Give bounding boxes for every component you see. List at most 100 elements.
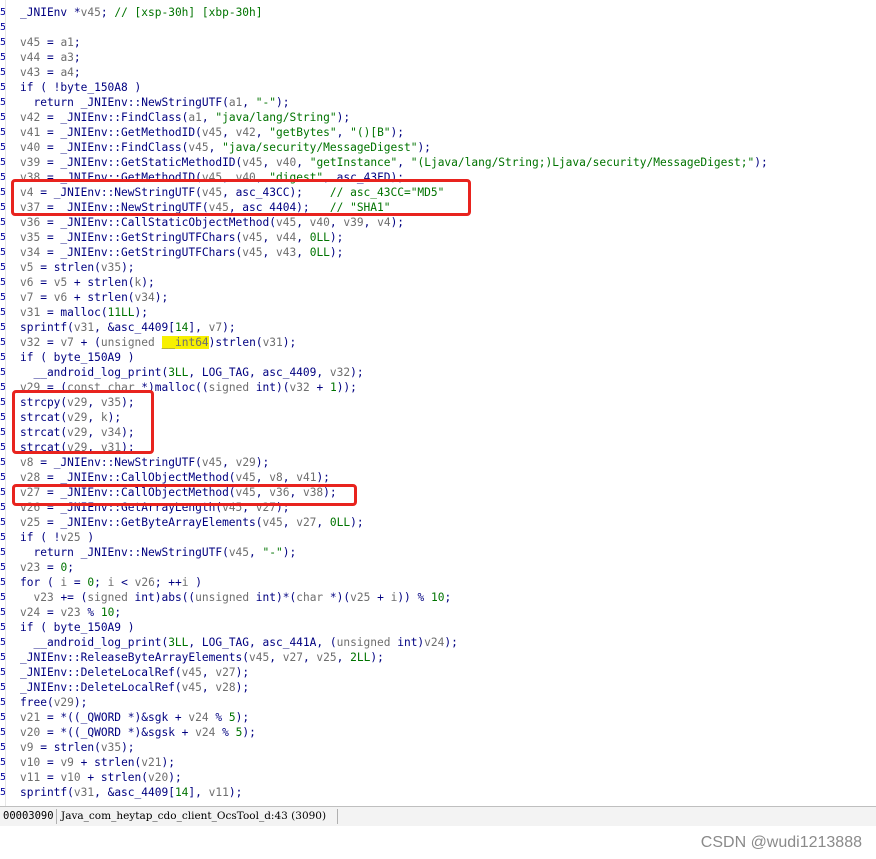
line-number: 5	[0, 292, 5, 303]
code-line[interactable]: 5 v8 = _JNIEnv::NewStringUTF(v45, v29);	[0, 455, 876, 470]
line-number: 5	[0, 442, 5, 453]
code-text: if ( !byte_150A8 )	[20, 81, 142, 94]
code-text: for ( i = 0; i < v26; ++i )	[20, 576, 202, 589]
line-number: 5	[0, 322, 5, 333]
code-line[interactable]: 5 v35 = _JNIEnv::GetStringUTFChars(v45, v…	[0, 230, 876, 245]
line-number: 5	[0, 457, 5, 468]
code-line[interactable]: 5 v5 = strlen(v35);	[0, 260, 876, 275]
line-number: 5	[0, 412, 5, 423]
line-number: 5	[0, 352, 5, 363]
code-line[interactable]: 5 _JNIEnv::DeleteLocalRef(v45, v27);	[0, 665, 876, 680]
code-line[interactable]: 5 sprintf(v31, &asc_4409[14], v11);	[0, 785, 876, 800]
code-text: v6 = v5 + strlen(k);	[20, 276, 155, 289]
code-text: v40 = _JNIEnv::FindClass(v45, "java/secu…	[20, 141, 431, 154]
code-text: v28 = _JNIEnv::CallObjectMethod(v45, v8,…	[20, 471, 330, 484]
code-line[interactable]: 5 _JNIEnv::ReleaseByteArrayElements(v45, …	[0, 650, 876, 665]
line-number: 5	[0, 487, 5, 498]
line-number: 5	[0, 127, 5, 138]
code-text: free(v29);	[20, 696, 88, 709]
code-text: v21 = *((_QWORD *)&sgk + v24 % 5);	[20, 711, 250, 724]
code-line[interactable]: 5 _JNIEnv::DeleteLocalRef(v45, v28);	[0, 680, 876, 695]
line-number: 5	[0, 502, 5, 513]
code-line[interactable]: 5 v24 = v23 % 10;	[0, 605, 876, 620]
code-text: v41 = _JNIEnv::GetMethodID(v45, v42, "ge…	[20, 126, 405, 139]
code-text: sprintf(v31, &asc_4409[14], v7);	[20, 321, 236, 334]
page-footer: CSDN @wudi1213888	[0, 826, 876, 859]
line-number: 5	[0, 622, 5, 633]
line-number: 5	[0, 52, 5, 63]
code-line[interactable]: 5 return _JNIEnv::NewStringUTF(a1, "-");	[0, 95, 876, 110]
line-number: 5	[0, 532, 5, 543]
line-number: 5	[0, 382, 5, 393]
code-line[interactable]: 5 _JNIEnv *v45; // [xsp-30h] [xbp-30h]	[0, 5, 876, 20]
code-line[interactable]: 5	[0, 20, 876, 35]
code-text: v34 = _JNIEnv::GetStringUTFChars(v45, v4…	[20, 246, 344, 259]
code-line[interactable]: 5 __android_log_print(3LL, LOG_TAG, asc_…	[0, 365, 876, 380]
code-line[interactable]: 5 if ( !byte_150A8 )	[0, 80, 876, 95]
code-text: _JNIEnv::DeleteLocalRef(v45, v27);	[20, 666, 250, 679]
code-text: return _JNIEnv::NewStringUTF(a1, "-");	[20, 96, 290, 109]
line-number: 5	[0, 172, 5, 183]
code-line[interactable]: 5 v21 = *((_QWORD *)&sgk + v24 % 5);	[0, 710, 876, 725]
status-separator	[337, 809, 338, 824]
line-number: 5	[0, 637, 5, 648]
code-line[interactable]: 5 v25 = _JNIEnv::GetByteArrayElements(v45…	[0, 515, 876, 530]
line-number: 5	[0, 427, 5, 438]
line-number: 5	[0, 652, 5, 663]
line-number: 5	[0, 742, 5, 753]
status-address: 00003090	[3, 810, 54, 822]
code-line[interactable]: 5 v6 = v5 + strlen(k);	[0, 275, 876, 290]
code-text: sprintf(v31, &asc_4409[14], v11);	[20, 786, 243, 799]
code-line[interactable]: 5 v20 = *((_QWORD *)&sgsk + v24 % 5);	[0, 725, 876, 740]
code-text: _JNIEnv::ReleaseByteArrayElements(v45, v…	[20, 651, 384, 664]
code-text: v11 = v10 + strlen(v20);	[20, 771, 182, 784]
code-line[interactable]: 5 if ( byte_150A9 )	[0, 620, 876, 635]
code-line[interactable]: 5 v43 = a4;	[0, 65, 876, 80]
code-line[interactable]: 5 v23 += (signed int)abs((unsigned int)*…	[0, 590, 876, 605]
code-line[interactable]: 5 v11 = v10 + strlen(v20);	[0, 770, 876, 785]
pseudocode-view[interactable]: 5 _JNIEnv *v45; // [xsp-30h] [xbp-30h] 5 5 v…	[0, 0, 876, 806]
code-line[interactable]: 5 v31 = malloc(11LL);	[0, 305, 876, 320]
code-line[interactable]: 5 v9 = strlen(v35);	[0, 740, 876, 755]
code-line[interactable]: 5 v36 = _JNIEnv::CallStaticObjectMethod(v…	[0, 215, 876, 230]
code-line[interactable]: 5 for ( i = 0; i < v26; ++i )	[0, 575, 876, 590]
line-number: 5	[0, 157, 5, 168]
code-line[interactable]: 5 v34 = _JNIEnv::GetStringUTFChars(v45, v…	[0, 245, 876, 260]
annotation-box-call-digest	[12, 484, 357, 506]
code-line[interactable]: 5 v41 = _JNIEnv::GetMethodID(v45, v42, "g…	[0, 125, 876, 140]
line-number: 5	[0, 82, 5, 93]
line-number: 5	[0, 247, 5, 258]
code-line[interactable]: 5 if ( !v25 )	[0, 530, 876, 545]
code-line[interactable]: 5 if ( byte_150A9 )	[0, 350, 876, 365]
code-line[interactable]: 5 v39 = _JNIEnv::GetStaticMethodID(v45, v…	[0, 155, 876, 170]
line-number: 5	[0, 307, 5, 318]
code-text: v43 = a4;	[20, 66, 81, 79]
code-text: v5 = strlen(v35);	[20, 261, 135, 274]
line-number: 5	[0, 712, 5, 723]
code-text: return _JNIEnv::NewStringUTF(v45, "-");	[20, 546, 297, 559]
code-line[interactable]: 5 v45 = a1;	[0, 35, 876, 50]
code-line[interactable]: 5 v7 = v6 + strlen(v34);	[0, 290, 876, 305]
line-number: 5	[0, 667, 5, 678]
code-line[interactable]: 5 v28 = _JNIEnv::CallObjectMethod(v45, v8…	[0, 470, 876, 485]
line-number: 5	[0, 592, 5, 603]
watermark: CSDN @wudi1213888	[700, 834, 862, 851]
line-number: 5	[0, 142, 5, 153]
code-line[interactable]: 5 sprintf(v31, &asc_4409[14], v7);	[0, 320, 876, 335]
code-line[interactable]: 5 v32 = v7 + (unsigned __int64)strlen(v31…	[0, 335, 876, 350]
code-line[interactable]: 5 __android_log_print(3LL, LOG_TAG, asc_…	[0, 635, 876, 650]
code-line[interactable]: 5 v10 = v9 + strlen(v21);	[0, 755, 876, 770]
code-text: _JNIEnv::DeleteLocalRef(v45, v28);	[20, 681, 250, 694]
code-text: v32 = v7 + (unsigned __int64)strlen(v31)…	[20, 336, 297, 349]
line-number: 5	[0, 232, 5, 243]
code-line[interactable]: 5 v23 = 0;	[0, 560, 876, 575]
code-line[interactable]: 5 v42 = _JNIEnv::FindClass(a1, "java/lang…	[0, 110, 876, 125]
code-line[interactable]: 5 return _JNIEnv::NewStringUTF(v45, "-")…	[0, 545, 876, 560]
line-number: 5	[0, 67, 5, 78]
code-text: v35 = _JNIEnv::GetStringUTFChars(v45, v4…	[20, 231, 344, 244]
code-line[interactable]: 5 v44 = a3;	[0, 50, 876, 65]
line-number: 5	[0, 607, 5, 618]
code-line[interactable]: 5 free(v29);	[0, 695, 876, 710]
line-number: 5	[0, 772, 5, 783]
code-line[interactable]: 5 v40 = _JNIEnv::FindClass(v45, "java/sec…	[0, 140, 876, 155]
